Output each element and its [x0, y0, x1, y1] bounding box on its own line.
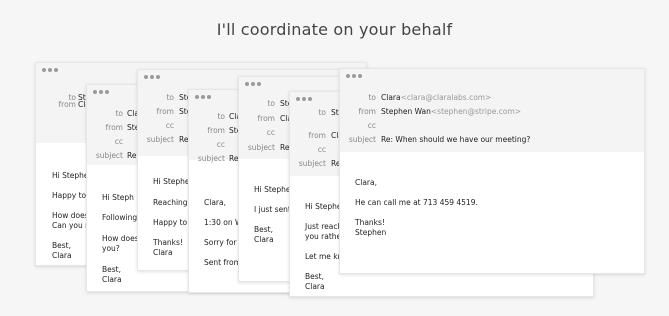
- subject-label: subject: [95, 151, 123, 160]
- to-label: to: [115, 109, 123, 118]
- body-line: Sent from: [204, 258, 241, 267]
- body-line: Clara: [102, 275, 122, 284]
- body-line: Clara: [254, 235, 274, 244]
- body-line: I just sent: [254, 205, 291, 214]
- body-line: Hi Steph: [102, 193, 134, 202]
- body-line: Best,: [102, 265, 121, 274]
- cc-label: cc: [317, 145, 326, 154]
- window-controls: [93, 90, 109, 94]
- body-line: How does: [102, 234, 139, 243]
- body-line: Let me kn: [305, 252, 343, 261]
- body-line: Happy to: [52, 191, 87, 200]
- to-label: to: [217, 112, 225, 121]
- window-controls: [42, 68, 58, 72]
- from-label: from: [358, 107, 376, 116]
- subject-label: subject: [247, 143, 275, 152]
- body-line: Stephen: [355, 228, 387, 237]
- window-controls: [144, 75, 160, 79]
- subject-label: subject: [197, 154, 225, 163]
- window-controls: [245, 82, 261, 86]
- body-line: 1:30 on W: [204, 218, 243, 227]
- body-line: How does: [52, 211, 89, 220]
- body-line: you?: [102, 244, 120, 253]
- body-line: Best,: [52, 241, 71, 250]
- email-header: to Clara<clara@claralabs.com> from Steph…: [340, 69, 644, 152]
- body-line: Happy to: [153, 218, 188, 227]
- from-label: from: [257, 114, 275, 123]
- to-label: to: [368, 93, 376, 102]
- from-label: from: [105, 123, 123, 132]
- body-line: Following: [102, 213, 138, 222]
- body-line: Reaching: [153, 198, 188, 207]
- to-label: to: [318, 108, 326, 117]
- subject-value: Re: [127, 151, 137, 160]
- window-controls: [296, 97, 312, 101]
- from-name: Stephen Wan: [381, 107, 431, 116]
- subject-label: subject: [298, 159, 326, 168]
- email-window-front: to Clara<clara@claralabs.com> from Steph…: [339, 68, 645, 274]
- body-line: Best,: [305, 272, 324, 281]
- body-line: Just reach: [305, 222, 343, 231]
- body-line: Best,: [254, 225, 273, 234]
- body-line: Clara: [52, 251, 72, 260]
- from-label: from: [308, 131, 326, 140]
- cc-label: cc: [367, 121, 376, 130]
- cc-label: cc: [266, 128, 275, 137]
- body-line: Clara,: [355, 178, 377, 187]
- page-headline: I'll coordinate on your behalf: [216, 20, 453, 39]
- body-line: Thanks!: [355, 218, 385, 227]
- to-name: Clara: [381, 93, 401, 102]
- subject-value: Re: When should we have our meeting?: [381, 135, 531, 144]
- from-email: <stephen@stripe.com>: [430, 107, 522, 116]
- body-line: Clara: [153, 248, 173, 257]
- cc-label: cc: [165, 121, 174, 130]
- body-line: Sorry for t: [204, 238, 242, 247]
- to-value: Clara<clara@claralabs.com>: [381, 93, 491, 102]
- to-label: to: [166, 93, 174, 102]
- body-line: He can call me at 713 459 4519.: [355, 198, 478, 207]
- to-label: to: [267, 99, 275, 108]
- cc-label: cc: [216, 140, 225, 149]
- window-controls: [195, 95, 211, 99]
- window-controls: [346, 74, 362, 78]
- body-line: Thanks!: [153, 238, 183, 247]
- from-label: from: [156, 107, 174, 116]
- body-line: Clara: [305, 282, 325, 291]
- from-value: Stephen Wan<stephen@stripe.com>: [381, 107, 521, 116]
- cc-label: cc: [114, 137, 123, 146]
- subject-label: subject: [146, 135, 174, 144]
- subject-label: subject: [348, 135, 376, 144]
- to-email: <clara@claralabs.com>: [400, 93, 492, 102]
- from-label: from: [58, 100, 76, 109]
- from-label: from: [207, 126, 225, 135]
- body-line: Clara,: [204, 198, 226, 207]
